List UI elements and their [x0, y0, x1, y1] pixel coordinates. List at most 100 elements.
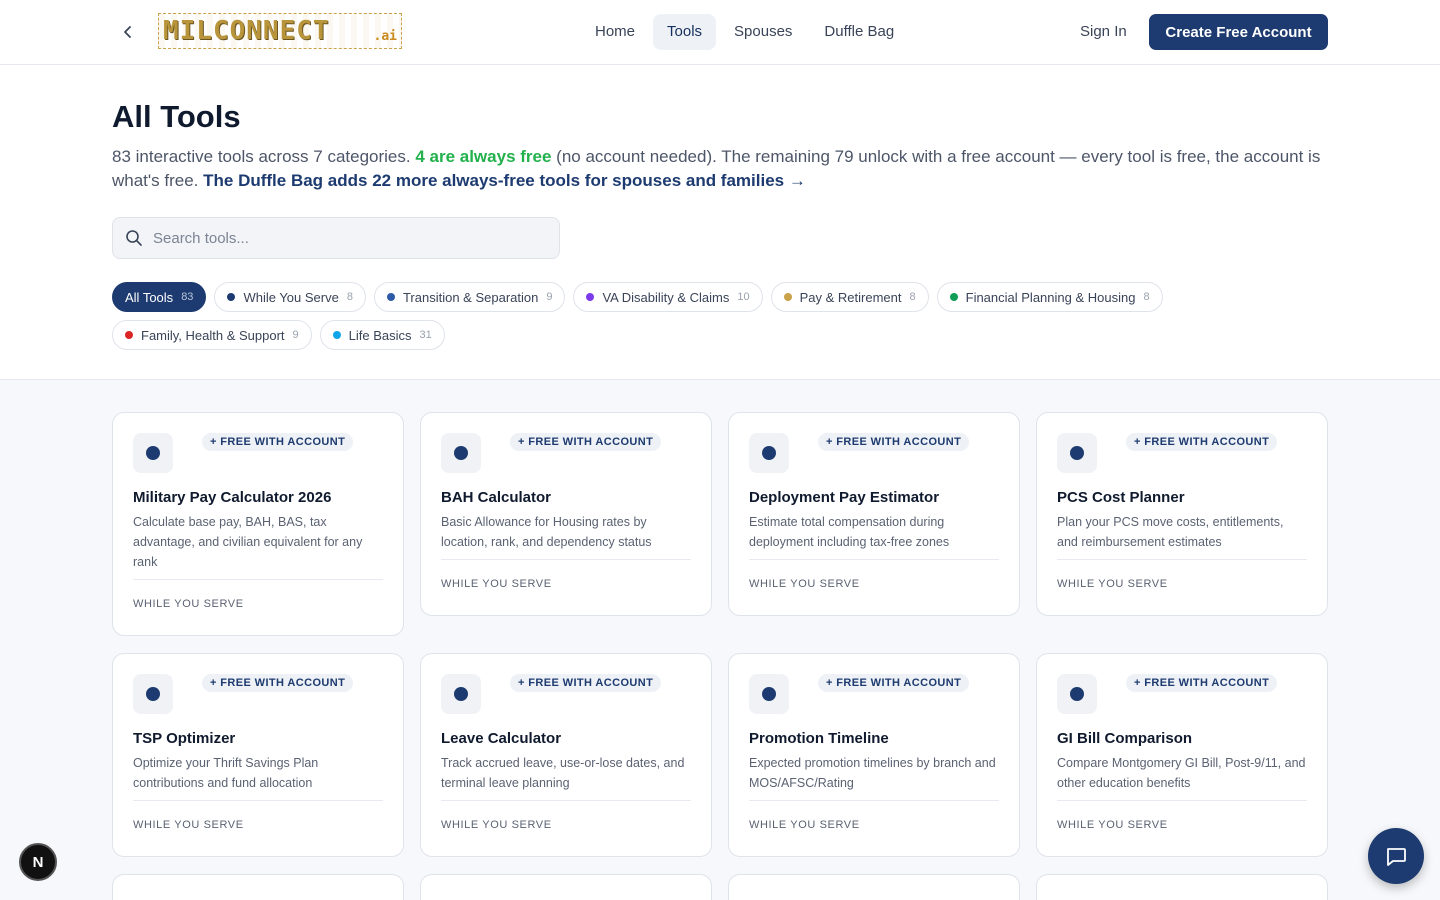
tool-description: Track accrued leave, use-or-lose dates, … [441, 756, 685, 790]
tool-category: WHILE YOU SERVE [441, 819, 552, 831]
tool-icon [749, 674, 789, 714]
chat-button[interactable] [1368, 828, 1424, 884]
card-divider [441, 800, 691, 801]
tool-description: Basic Allowance for Housing rates by loc… [441, 515, 652, 549]
logo-text: MILCONNECT [163, 16, 330, 46]
tool-description: Estimate total compensation during deplo… [749, 515, 950, 549]
tools-grid-area: + FREE WITH ACCOUNT Military Pay Calculat… [0, 380, 1440, 900]
filter-chip-label: Financial Planning & Housing [965, 289, 1136, 305]
tool-card-partial[interactable] [112, 874, 404, 900]
tool-icon [441, 433, 481, 473]
tool-card[interactable]: + FREE WITH ACCOUNT TSP Optimizer Optimize… [112, 653, 404, 857]
filter-chip-count: 83 [181, 291, 194, 303]
tool-category: WHILE YOU SERVE [749, 819, 860, 831]
nav-spouses[interactable]: Spouses [720, 14, 806, 50]
tool-card[interactable]: + FREE WITH ACCOUNT Military Pay Calculat… [112, 412, 404, 636]
free-with-account-badge: + FREE WITH ACCOUNT [202, 674, 354, 692]
category-dot-icon [332, 331, 341, 339]
filter-chip-count: 10 [737, 291, 750, 303]
main-nav: Home Tools Spouses Duffle Bag [581, 14, 908, 50]
category-dot-icon [783, 293, 792, 301]
page-title: All Tools [112, 99, 241, 134]
dev-badge-button[interactable]: N [19, 843, 57, 881]
tool-card[interactable]: + FREE WITH ACCOUNT Promotion Timeline Exp… [728, 653, 1020, 857]
nav-home[interactable]: Home [581, 14, 649, 50]
tool-description: Optimize your Thrift Savings Plan contri… [133, 756, 319, 790]
filter-chip[interactable]: Pay & Retirement 8 [770, 282, 929, 312]
free-with-account-badge: + FREE WITH ACCOUNT [510, 433, 662, 451]
tool-title: Military Pay Calculator 2026 [133, 489, 332, 506]
filter-chip[interactable]: VA Disability & Claims 10 [573, 282, 763, 312]
filter-chip[interactable]: Family, Health & Support 9 [112, 320, 312, 350]
tool-card[interactable]: + FREE WITH ACCOUNT GI Bill Comparison Com… [1036, 653, 1328, 857]
tool-card-partial[interactable] [728, 874, 1020, 900]
tool-card-partial[interactable] [1036, 874, 1328, 900]
back-button[interactable] [116, 20, 140, 44]
card-header: + FREE WITH ACCOUNT [749, 674, 999, 714]
category-filters: All Tools 83 While You Serve 8 Transition & … [112, 282, 1212, 350]
tool-card[interactable]: + FREE WITH ACCOUNT BAH Calculator Basic A… [420, 412, 712, 616]
nav-tools[interactable]: Tools [653, 14, 717, 50]
tool-title: TSP Optimizer [133, 730, 236, 747]
search-input[interactable] [153, 229, 533, 247]
tool-category: WHILE YOU SERVE [1057, 819, 1168, 831]
free-with-account-badge: + FREE WITH ACCOUNT [818, 674, 970, 692]
tool-description: Compare Montgomery GI Bill, Post-9/11, a… [1057, 756, 1306, 790]
search-box[interactable] [112, 217, 560, 259]
tool-card[interactable]: + FREE WITH ACCOUNT Leave Calculator Track… [420, 653, 712, 857]
tool-icon [133, 674, 173, 714]
card-divider [441, 559, 691, 560]
filter-chip-label: While You Serve [243, 289, 339, 305]
create-account-button[interactable]: Create Free Account [1149, 14, 1328, 50]
filter-chip-label: Life Basics [348, 327, 412, 343]
tool-description: Plan your PCS move costs, entitlements, … [1057, 515, 1284, 549]
tool-title: Promotion Timeline [749, 730, 889, 747]
tool-category: WHILE YOU SERVE [441, 578, 552, 590]
tool-dot-icon [146, 687, 160, 701]
tool-description: Calculate base pay, BAH, BAS, tax advant… [133, 515, 363, 569]
filter-chip[interactable]: While You Serve 8 [214, 282, 366, 312]
duffle-bag-link[interactable]: The Duffle Bag adds 22 more always-free … [203, 171, 806, 190]
logo[interactable]: MILCONNECT .ai [158, 13, 402, 49]
tool-icon [133, 433, 173, 473]
search-icon [126, 230, 142, 246]
tool-title: Deployment Pay Estimator [749, 489, 940, 506]
filter-chip[interactable]: Transition & Separation 9 [373, 282, 566, 312]
logo-mark: MILCONNECT .ai [158, 13, 402, 49]
nav-duffle-bag[interactable]: Duffle Bag [810, 14, 908, 50]
tool-card[interactable]: + FREE WITH ACCOUNT PCS Cost Planner Plan … [1036, 412, 1328, 616]
free-with-account-badge: + FREE WITH ACCOUNT [818, 433, 970, 451]
filter-chip-count: 31 [419, 329, 432, 341]
category-dot-icon [586, 293, 595, 301]
filter-chip-count: 8 [346, 291, 353, 303]
filter-chip-label: All Tools [125, 289, 174, 305]
filter-chip-label: VA Disability & Claims [602, 289, 730, 305]
tool-category: WHILE YOU SERVE [133, 819, 244, 831]
free-with-account-badge: + FREE WITH ACCOUNT [202, 433, 354, 451]
tool-icon [441, 674, 481, 714]
card-header: + FREE WITH ACCOUNT [441, 433, 691, 473]
top-navbar: MILCONNECT .ai Home Tools Spouses Duffle… [0, 0, 1440, 65]
card-divider [749, 559, 999, 560]
card-divider [749, 800, 999, 801]
filter-chip[interactable]: Financial Planning & Housing 8 [936, 282, 1163, 312]
filter-chip[interactable]: All Tools 83 [112, 282, 207, 312]
chat-icon [1387, 848, 1406, 866]
filter-chip-label: Transition & Separation [402, 289, 539, 305]
card-header: + FREE WITH ACCOUNT [749, 433, 999, 473]
category-dot-icon [949, 293, 958, 301]
sign-in-link[interactable]: Sign In [1064, 14, 1143, 49]
tool-category: WHILE YOU SERVE [133, 598, 244, 610]
tool-title: PCS Cost Planner [1057, 489, 1185, 506]
tool-card-partial[interactable] [420, 874, 712, 900]
filter-chip-label: Family, Health & Support [141, 327, 285, 343]
tool-title: BAH Calculator [441, 489, 552, 506]
free-with-account-badge: + FREE WITH ACCOUNT [1126, 674, 1278, 692]
filter-chip[interactable]: Life Basics 31 [319, 320, 445, 350]
tool-title: Leave Calculator [441, 730, 562, 747]
card-header: + FREE WITH ACCOUNT [1057, 674, 1307, 714]
card-header: + FREE WITH ACCOUNT [133, 433, 383, 473]
hero-section: All Tools 83 interactive tools across 7 … [0, 65, 1440, 380]
card-divider [1057, 559, 1307, 560]
tool-card[interactable]: + FREE WITH ACCOUNT Deployment Pay Estima… [728, 412, 1020, 616]
